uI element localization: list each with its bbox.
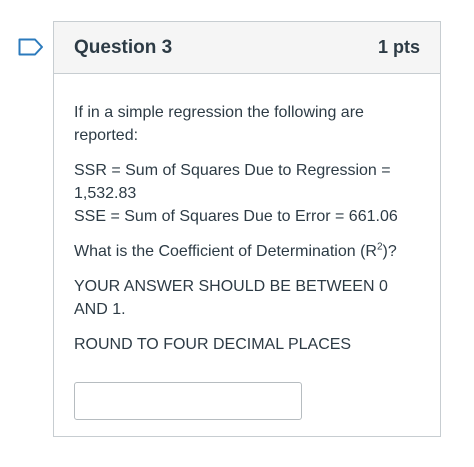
question-prompt: What is the Coefficient of Determination… xyxy=(74,240,420,263)
question-title: Question 3 xyxy=(74,36,173,58)
flag-question-icon[interactable] xyxy=(18,38,44,56)
prompt-text: What is the Coefficient of Determination… xyxy=(74,243,377,260)
question-body: If in a simple regression the following … xyxy=(54,74,440,420)
question-card: Question 3 1 pts If in a simple regressi… xyxy=(53,21,441,437)
answer-input[interactable] xyxy=(74,382,302,420)
question-points: 1 pts xyxy=(377,37,420,57)
question-intro: If in a simple regression the following … xyxy=(74,104,364,144)
round-note: ROUND TO FOUR DECIMAL PLACES xyxy=(74,336,352,353)
prompt-end: )? xyxy=(382,243,397,260)
question-header: Question 3 1 pts xyxy=(54,22,440,74)
range-note: YOUR ANSWER SHOULD BE BETWEEN 0 AND 1. xyxy=(74,278,388,318)
ssr-line: SSR = Sum of Squares Due to Regression = xyxy=(74,162,391,179)
sse-line: SSE = Sum of Squares Due to Error = 661.… xyxy=(74,208,398,225)
ssr-value: 1,532.83 xyxy=(74,185,137,202)
